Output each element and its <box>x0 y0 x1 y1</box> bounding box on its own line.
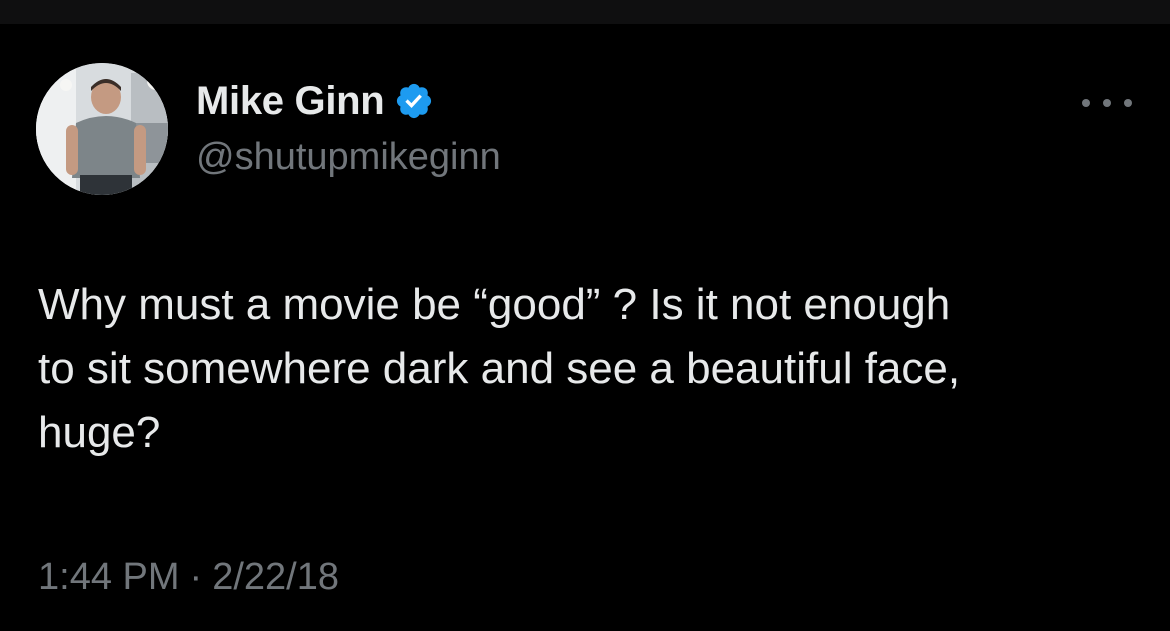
avatar-photo <box>36 63 168 195</box>
author-display-name[interactable]: Mike Ginn <box>196 79 385 124</box>
top-bar <box>0 0 1170 24</box>
tweet[interactable]: Mike Ginn @shutupmikeginn Why must a mov… <box>0 24 1170 631</box>
avatar[interactable] <box>36 63 168 195</box>
more-options-button[interactable] <box>1082 88 1132 118</box>
verified-badge-icon <box>394 81 434 121</box>
author-name-row: Mike Ginn <box>196 76 434 126</box>
tweet-date: 2/22/18 <box>212 556 339 598</box>
more-options-icon-dot <box>1124 99 1132 107</box>
tweet-time: 1:44 PM <box>38 556 180 598</box>
tweet-text: Why must a movie be “good” ? Is it not e… <box>38 280 961 457</box>
author-handle[interactable]: @shutupmikeginn <box>196 136 501 179</box>
tweet-timestamp[interactable]: 1:44 PM · 2/22/18 <box>38 556 339 599</box>
timestamp-separator: · <box>189 556 203 598</box>
more-options-icon-dot <box>1103 99 1111 107</box>
more-options-icon <box>1082 99 1090 107</box>
